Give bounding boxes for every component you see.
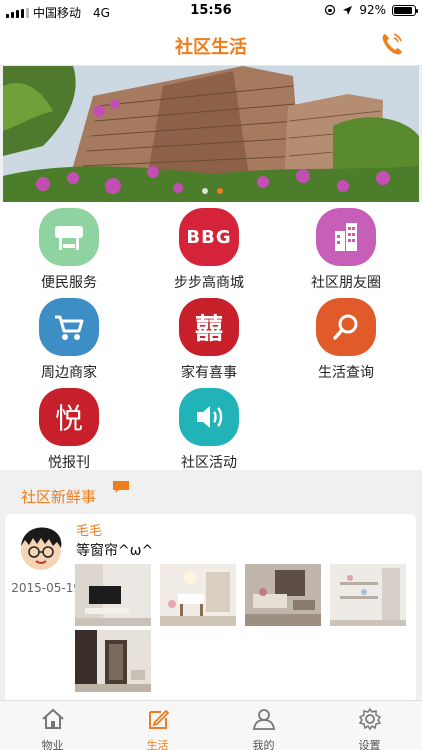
bottom-tab-bar: 物业 生活 我的 设置 bbox=[0, 700, 422, 750]
speaker-icon bbox=[179, 388, 239, 446]
menu-label: 便民服务 bbox=[41, 275, 97, 291]
bbg-logo-text: BBG bbox=[186, 226, 232, 248]
banner-image bbox=[3, 66, 419, 202]
status-bar: 中国移动 4G 15:56 92% bbox=[0, 0, 422, 22]
avatar[interactable] bbox=[17, 524, 65, 572]
tab-label: 我的 bbox=[252, 739, 275, 750]
post-photo[interactable] bbox=[330, 564, 406, 626]
post-photo[interactable] bbox=[245, 564, 321, 626]
nav-bar: 社区生活 bbox=[0, 22, 422, 66]
menu-item-nearby-merchants[interactable]: 周边商家 bbox=[9, 298, 129, 382]
menu-item-convenience-service[interactable]: 便民服务 bbox=[9, 208, 129, 292]
news-header: 社区新鲜事 bbox=[21, 488, 97, 506]
yue-glyph: 悦 bbox=[54, 402, 83, 435]
menu-item-happy-events[interactable]: 囍 家有喜事 bbox=[149, 298, 269, 382]
location-arrow-icon bbox=[343, 5, 353, 15]
menu-item-community-activities[interactable]: 社区活动 bbox=[149, 388, 269, 472]
menu-label: 悦报刊 bbox=[48, 455, 90, 471]
menu-item-life-query[interactable]: 生活查询 bbox=[286, 298, 406, 382]
post-photo[interactable] bbox=[75, 630, 151, 692]
post-date: 2015-05-19 bbox=[11, 581, 81, 595]
phone-icon[interactable] bbox=[380, 31, 404, 57]
double-happiness-icon: 囍 bbox=[179, 298, 239, 356]
battery-percent: 92% bbox=[359, 3, 386, 17]
post-photo[interactable] bbox=[75, 564, 151, 626]
tab-label: 生活 bbox=[146, 739, 169, 750]
bbg-logo-icon: BBG bbox=[179, 208, 239, 266]
edit-icon bbox=[148, 709, 169, 729]
tab-mine[interactable]: 我的 bbox=[211, 701, 316, 750]
menu-label: 社区朋友圈 bbox=[311, 275, 381, 291]
menu-label: 家有喜事 bbox=[181, 365, 237, 381]
tab-label: 设置 bbox=[358, 739, 381, 750]
menu-item-community-moments[interactable]: 社区朋友圈 bbox=[286, 208, 406, 292]
news-post-card[interactable]: 2015-05-19 毛毛 等窗帘^ω^ bbox=[5, 514, 416, 704]
speech-bubble-icon bbox=[113, 481, 129, 493]
tab-label: 物业 bbox=[41, 739, 64, 750]
carousel-dot[interactable] bbox=[202, 188, 208, 194]
carousel-dot-active[interactable] bbox=[217, 188, 223, 194]
magnifier-icon bbox=[316, 298, 376, 356]
yue-calligraphy-icon: 悦 bbox=[39, 388, 99, 446]
battery-icon bbox=[392, 4, 418, 16]
post-photo[interactable] bbox=[160, 564, 236, 626]
menu-item-bbg-mall[interactable]: BBG 步步高商城 bbox=[149, 208, 269, 292]
cart-icon bbox=[39, 298, 99, 356]
building-icon bbox=[316, 208, 376, 266]
menu-item-yue-newspaper[interactable]: 悦 悦报刊 bbox=[9, 388, 129, 472]
menu-label: 生活查询 bbox=[318, 365, 374, 381]
menu-label: 社区活动 bbox=[181, 455, 237, 471]
store-icon bbox=[39, 208, 99, 266]
rotation-lock-icon bbox=[325, 4, 336, 16]
user-icon bbox=[252, 709, 275, 730]
gear-icon bbox=[358, 707, 381, 731]
post-text: 等窗帘^ω^ bbox=[76, 543, 154, 559]
community-news-section: 社区新鲜事 2015-05-19 毛毛 等窗帘^ω^ bbox=[0, 470, 422, 704]
tab-life[interactable]: 生活 bbox=[105, 701, 210, 750]
menu-label: 周边商家 bbox=[41, 365, 97, 381]
service-menu: 便民服务 BBG 步步高商城 社区朋友圈 周边商家 囍 家有喜事 生活查询 悦 bbox=[0, 202, 422, 472]
post-username[interactable]: 毛毛 bbox=[76, 520, 102, 539]
banner-carousel[interactable] bbox=[3, 66, 419, 202]
tab-settings[interactable]: 设置 bbox=[317, 701, 422, 750]
menu-label: 步步高商城 bbox=[174, 275, 244, 291]
home-icon bbox=[41, 708, 64, 729]
double-happiness-glyph: 囍 bbox=[194, 312, 223, 345]
tab-property[interactable]: 物业 bbox=[0, 701, 105, 750]
page-title: 社区生活 bbox=[175, 37, 247, 58]
